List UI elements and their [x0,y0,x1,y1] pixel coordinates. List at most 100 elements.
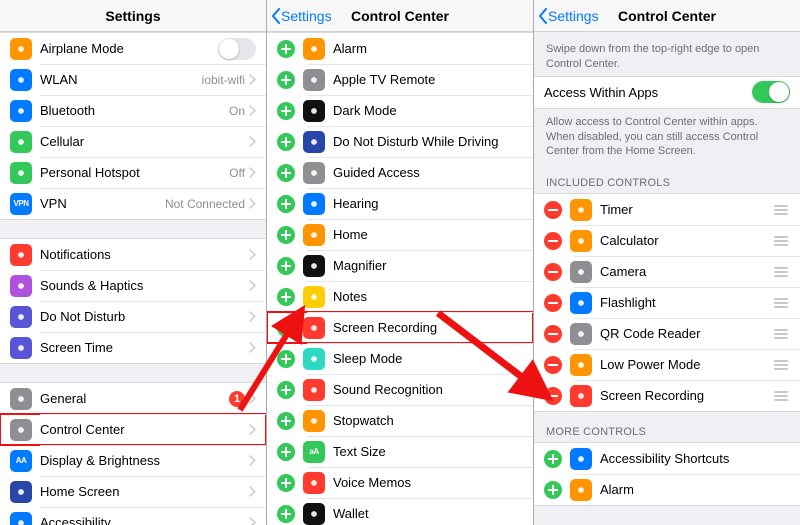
included-row-screen-recording[interactable]: Screen Recording [534,380,800,411]
add-button[interactable] [277,412,295,430]
access-within-apps-label: Access Within Apps [544,85,752,100]
settings-row-screen-time[interactable]: Screen Time [0,332,266,363]
more-row-alarm[interactable]: Alarm [534,474,800,505]
add-row-dark-mode[interactable]: Dark Mode [267,95,533,126]
add-button[interactable] [277,257,295,275]
add-row-hearing[interactable]: Hearing [267,188,533,219]
settings-row-control-center[interactable]: Control Center [0,414,266,445]
gear-icon [10,388,32,410]
settings-row-accessibility[interactable]: Accessibility [0,507,266,525]
add-row-guided-access[interactable]: Guided Access [267,157,533,188]
drag-handle-icon[interactable] [772,391,790,401]
add-row-alarm[interactable]: Alarm [267,33,533,64]
settings-row-do-not-disturb[interactable]: Do Not Disturb [0,301,266,332]
more-row-accessibility-shortcuts[interactable]: Accessibility Shortcuts [534,443,800,474]
row-label: Calculator [600,233,766,248]
toggle[interactable] [218,38,256,60]
remove-button[interactable] [544,232,562,250]
drag-handle-icon[interactable] [772,205,790,215]
settings-title: Settings [105,8,160,24]
row-label: Home [333,227,523,242]
remove-button[interactable] [544,201,562,219]
add-button[interactable] [277,226,295,244]
add-button[interactable] [277,381,295,399]
settings-row-display-brightness[interactable]: AADisplay & Brightness [0,445,266,476]
settings-row-airplane-mode[interactable]: Airplane Mode [0,33,266,64]
row-label: Personal Hotspot [40,165,229,180]
remove-button[interactable] [544,263,562,281]
drag-handle-icon[interactable] [772,298,790,308]
bell-icon [10,244,32,266]
add-button[interactable] [277,71,295,89]
add-row-apple-tv-remote[interactable]: Apple TV Remote [267,64,533,95]
add-row-sleep-mode[interactable]: Sleep Mode [267,343,533,374]
remove-button[interactable] [544,325,562,343]
settings-row-wlan[interactable]: WLANiobit-wifi [0,64,266,95]
settings-row-notifications[interactable]: Notifications [0,239,266,270]
add-button[interactable] [277,195,295,213]
add-button[interactable] [277,288,295,306]
add-button[interactable] [277,319,295,337]
add-button[interactable] [277,40,295,58]
chevron-right-icon [249,424,256,435]
remove-button[interactable] [544,294,562,312]
calculator-icon [570,230,592,252]
chevron-right-icon [249,105,256,116]
drag-handle-icon[interactable] [772,329,790,339]
add-row-wallet[interactable]: Wallet [267,498,533,525]
cc-header: Settings Control Center [267,0,533,32]
access-within-apps-row[interactable]: Access Within Apps [534,77,800,108]
remove-button[interactable] [544,356,562,374]
add-row-notes[interactable]: Notes [267,281,533,312]
add-row-magnifier[interactable]: Magnifier [267,250,533,281]
text-size-icon: AA [10,450,32,472]
cc3-list: Swipe down from the top-right edge to op… [534,32,800,525]
add-button[interactable] [277,133,295,151]
chevron-right-icon [249,517,256,525]
add-row-do-not-disturb-while-driving[interactable]: Do Not Disturb While Driving [267,126,533,157]
add-button[interactable] [277,505,295,523]
access-within-apps-toggle[interactable] [752,81,790,103]
included-row-low-power-mode[interactable]: Low Power Mode [534,349,800,380]
add-row-text-size[interactable]: aAText Size [267,436,533,467]
back-button-3[interactable]: Settings [538,0,599,31]
row-detail: Not Connected [165,197,245,211]
settings-row-sounds-haptics[interactable]: Sounds & Haptics [0,270,266,301]
included-row-qr-code-reader[interactable]: QR Code Reader [534,318,800,349]
drag-handle-icon[interactable] [772,360,790,370]
flashlight-icon [570,292,592,314]
add-button[interactable] [277,443,295,461]
settings-row-home-screen[interactable]: Home Screen [0,476,266,507]
settings-row-bluetooth[interactable]: BluetoothOn [0,95,266,126]
add-button[interactable] [277,350,295,368]
row-label: Notes [333,289,523,304]
row-label: Do Not Disturb While Driving [333,134,523,149]
settings-row-cellular[interactable]: Cellular [0,126,266,157]
included-row-camera[interactable]: Camera [534,256,800,287]
included-row-flashlight[interactable]: Flashlight [534,287,800,318]
add-row-voice-memos[interactable]: Voice Memos [267,467,533,498]
row-label: Accessibility Shortcuts [600,451,790,466]
chevron-right-icon [249,198,256,209]
settings-row-personal-hotspot[interactable]: Personal HotspotOff [0,157,266,188]
car-icon [303,131,325,153]
included-row-timer[interactable]: Timer [534,194,800,225]
settings-row-vpn[interactable]: VPNVPNNot Connected [0,188,266,219]
add-button[interactable] [544,481,562,499]
drag-handle-icon[interactable] [772,236,790,246]
add-row-home[interactable]: Home [267,219,533,250]
included-row-calculator[interactable]: Calculator [534,225,800,256]
grid-icon [10,481,32,503]
add-button[interactable] [277,164,295,182]
add-row-stopwatch[interactable]: Stopwatch [267,405,533,436]
add-row-sound-recognition[interactable]: Sound Recognition [267,374,533,405]
add-button[interactable] [277,474,295,492]
remove-button[interactable] [544,387,562,405]
back-button[interactable]: Settings [271,0,332,31]
settings-row-general[interactable]: General1 [0,383,266,414]
drag-handle-icon[interactable] [772,267,790,277]
add-button[interactable] [277,102,295,120]
add-button[interactable] [544,450,562,468]
add-row-screen-recording[interactable]: Screen Recording [267,312,533,343]
row-label: Screen Time [40,340,249,355]
